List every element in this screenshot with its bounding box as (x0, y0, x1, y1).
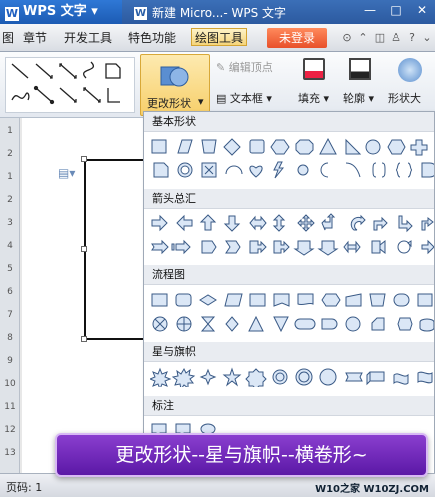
menu-item-developer[interactable]: 开发工具 (64, 29, 112, 47)
ruler-mark: 7 (7, 310, 13, 320)
outline-label: 轮廓 (343, 92, 365, 105)
ruler-mark: 13 (4, 448, 16, 458)
shape-change-icon (160, 66, 189, 87)
chevron-up-icon[interactable]: ⌃ (357, 32, 369, 44)
category-stars-banners: 星与旗帜 (144, 342, 434, 362)
ruler-mark: 2 (7, 149, 13, 159)
chevron-down-icon: ▾ (198, 95, 204, 108)
document-tab[interactable]: W 新建 Micro...- WPS 文字 (128, 2, 294, 24)
app-name: WPS 文字 (23, 4, 87, 19)
category-callouts: 标注 (144, 396, 434, 416)
basic-shapes-icon (153, 161, 434, 179)
shape-effect-icon (398, 58, 422, 82)
app-menu-button[interactable]: W WPS 文字 ▾ (0, 0, 122, 24)
change-shape-label: 更改形状 (147, 97, 191, 110)
resize-handle[interactable] (81, 246, 87, 252)
login-button[interactable]: 未登录 (267, 28, 327, 48)
outline-button[interactable]: 轮廓 ▾ (343, 90, 374, 106)
arrow-shapes-icon (151, 213, 434, 233)
ruler-mark: 5 (7, 264, 13, 274)
menu-bar: 图 章节 开发工具 特色功能 绘图工具 未登录 ⊙ ⌃ ◫ ♙ ? ⌄ (0, 24, 435, 52)
fill-label: 填充 (298, 92, 320, 105)
resize-handle[interactable] (81, 336, 87, 342)
caption-banner: 更改形状--星与旗帜--横卷形~ (55, 433, 428, 477)
chevron-down-icon: ▾ (91, 4, 98, 19)
shape-row[interactable] (150, 289, 434, 311)
ruler-mark: 4 (7, 241, 13, 251)
selected-rectangle-shape[interactable] (84, 159, 146, 340)
menu-item-features[interactable]: 特色功能 (128, 29, 176, 47)
line-shapes-icon (11, 61, 121, 105)
ruler-mark: 10 (4, 379, 16, 389)
shape-effect-button[interactable]: 形状大 (388, 90, 421, 106)
shape-row[interactable] (150, 366, 434, 388)
arrow-shapes-icon (151, 239, 434, 256)
edit-points-icon: ✎ (216, 61, 226, 74)
category-flowchart: 流程图 (144, 265, 434, 285)
document-tab-label: 新建 Micro...- WPS 文字 (152, 6, 287, 20)
skin-icon[interactable]: ◫ (374, 32, 386, 44)
ruler-mark: 8 (7, 333, 13, 343)
category-arrows: 箭头总汇 (144, 189, 434, 209)
menu-item-chapter[interactable]: 章节 (23, 29, 47, 47)
outline-icon (349, 58, 371, 80)
menu-item-drawing-tools[interactable]: 绘图工具 (191, 28, 248, 46)
watermark-text: W10之家 W10ZJ.COM (315, 484, 429, 495)
vertical-ruler: 1 2 1 2 3 4 5 6 7 8 9 10 11 12 13 (0, 118, 20, 473)
shape-row[interactable] (150, 159, 434, 181)
ruler-mark: 9 (7, 356, 13, 366)
category-basic-shapes: 基本形状 (144, 112, 434, 132)
more-icon[interactable]: ⌄ (421, 32, 433, 44)
ruler-mark: 11 (4, 402, 16, 412)
ruler-mark: 3 (7, 218, 13, 228)
shape-row[interactable] (150, 136, 434, 158)
window-controls: — □ ✕ (340, 0, 435, 24)
resize-handle[interactable] (81, 156, 87, 162)
shape-row[interactable] (150, 236, 434, 258)
ruler-mark: 12 (4, 425, 16, 435)
quick-shapes-gallery[interactable] (5, 57, 135, 113)
question-icon[interactable]: ? (406, 32, 418, 44)
menu-item-reference[interactable]: 图 (2, 29, 14, 47)
text-box-label: 文本框 (229, 92, 263, 105)
page-number: 页码: 1 (6, 481, 43, 494)
help-icon[interactable]: ⊙ (341, 32, 353, 44)
paragraph-icon[interactable]: ▤▾ (58, 166, 75, 180)
close-button[interactable]: ✕ (409, 0, 435, 20)
shape-row[interactable] (150, 212, 434, 234)
text-box-icon: ▤ (216, 92, 227, 105)
ruler-mark: 6 (7, 287, 13, 297)
ruler-mark: 2 (7, 195, 13, 205)
maximize-button[interactable]: □ (383, 0, 409, 20)
ruler-mark: 1 (7, 172, 13, 182)
change-shape-button[interactable]: 更改形状 ▾ (140, 54, 210, 116)
minimize-button[interactable]: — (357, 0, 383, 20)
flowchart-shapes-icon (152, 315, 434, 333)
ribbon: 更改形状 ▾ ✎ 编辑顶点 ▤ 文本框 ▾ 填充 ▾ 轮廓 ▾ 形状大 (0, 52, 435, 118)
basic-shapes-icon (151, 137, 428, 156)
edit-points-button[interactable]: ✎ 编辑顶点 (216, 59, 273, 75)
ruler-mark: 1 (7, 126, 13, 136)
shape-row[interactable] (150, 313, 434, 335)
text-box-button[interactable]: ▤ 文本框 ▾ (216, 90, 272, 106)
shirt-icon[interactable]: ♙ (390, 32, 402, 44)
fill-button[interactable]: 填充 ▾ (298, 90, 329, 106)
change-shape-dropdown: 基本形状 箭头总汇 流程图 星与旗帜 标注 (143, 111, 435, 481)
wps-logo-icon: W (5, 7, 19, 21)
edit-points-label: 编辑顶点 (228, 61, 273, 74)
document-icon: W (134, 7, 147, 20)
fill-icon (303, 58, 325, 80)
star-banner-shapes-icon (150, 367, 433, 387)
flowchart-shapes-icon (151, 293, 433, 307)
